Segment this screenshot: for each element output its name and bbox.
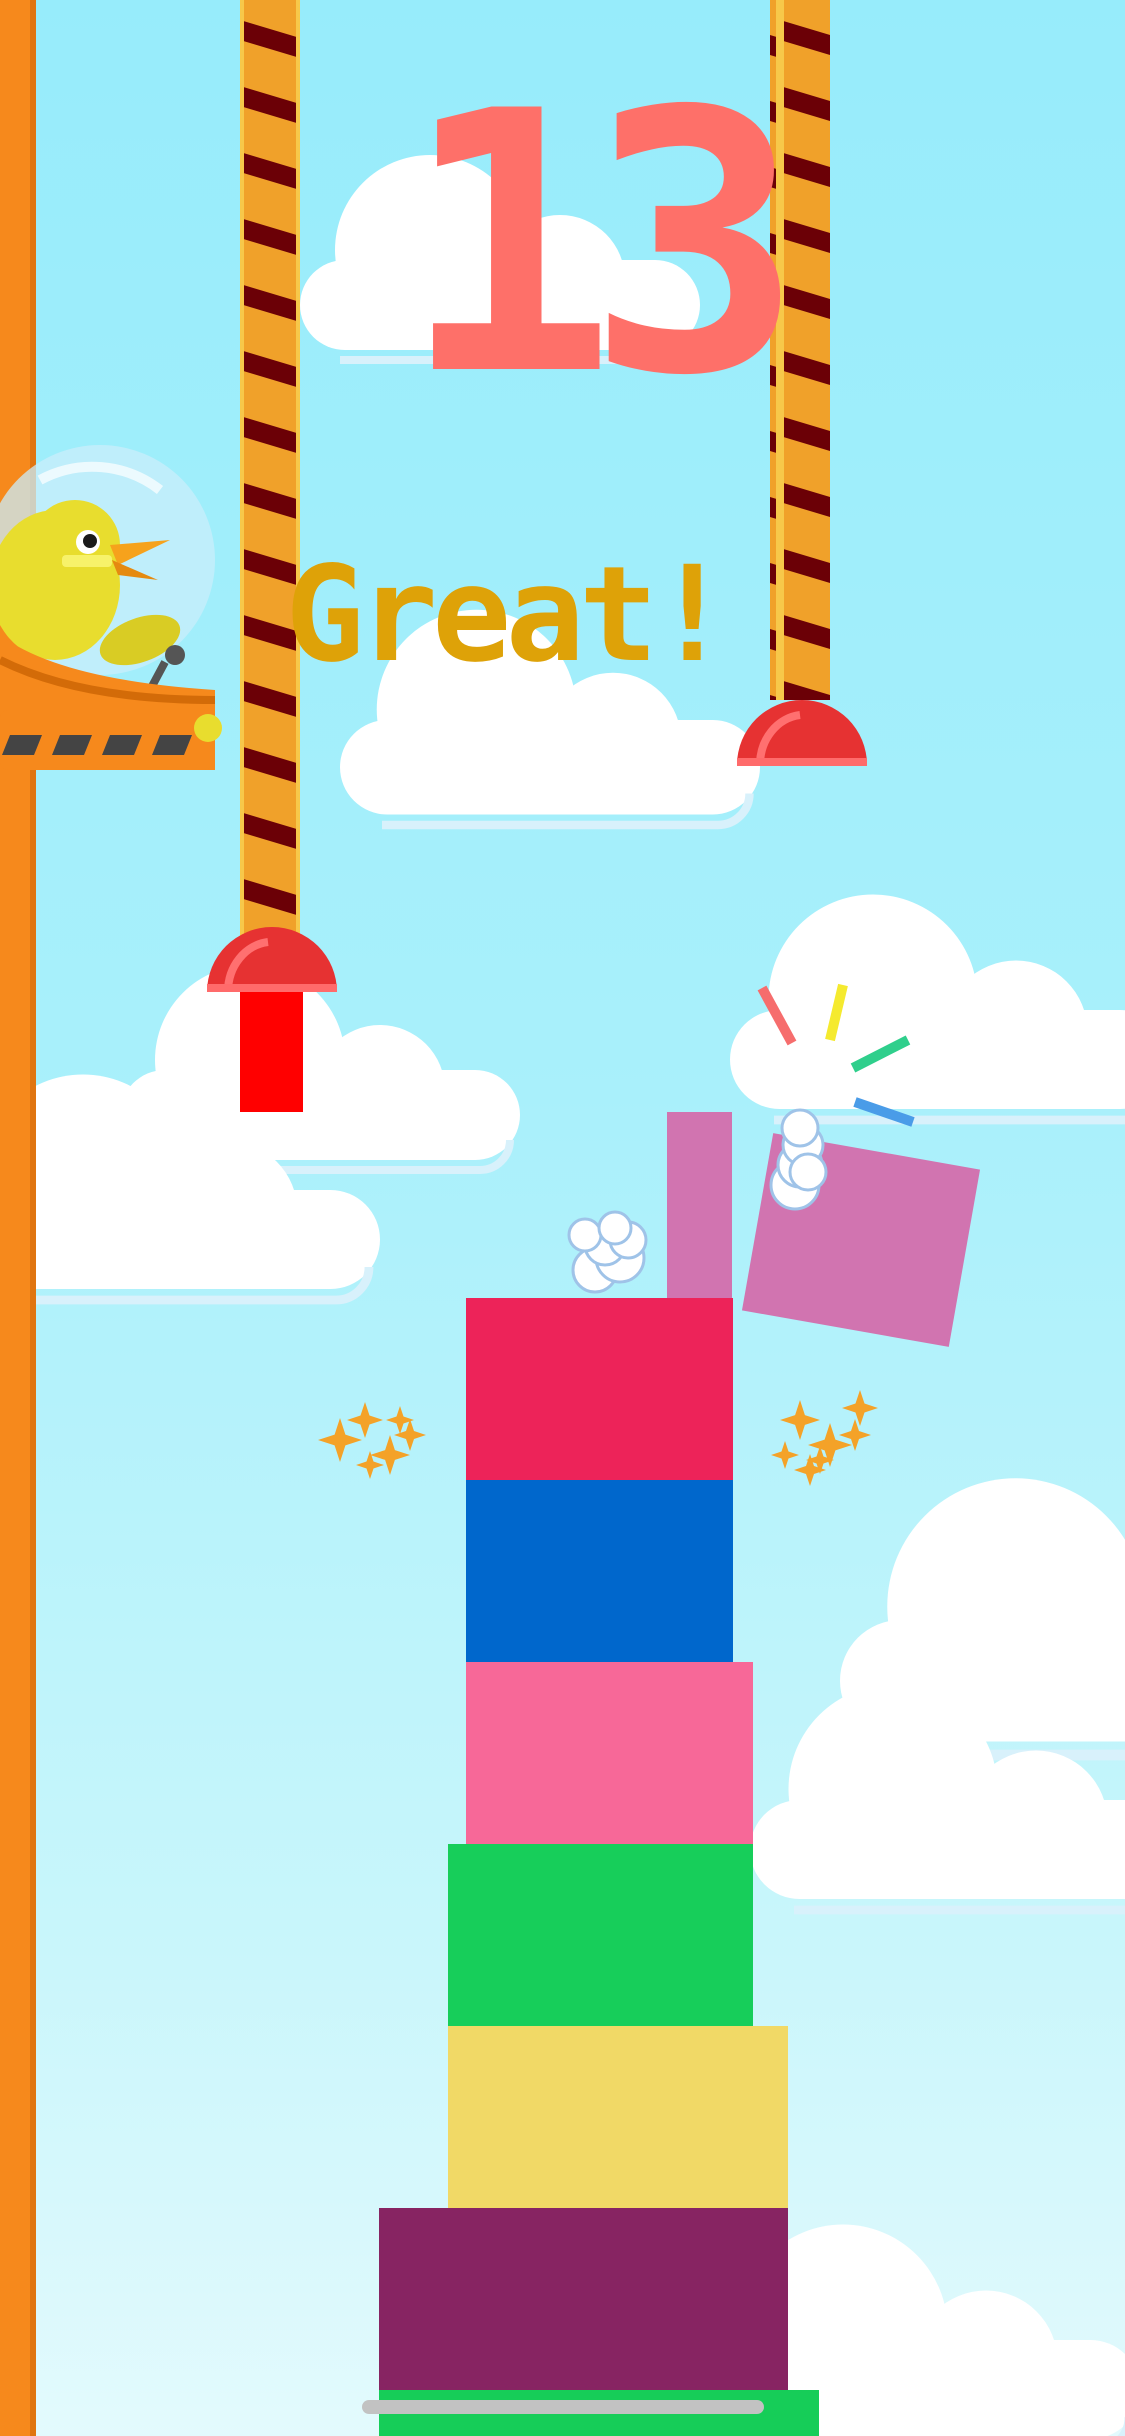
left-rope (240, 0, 300, 940)
tower-block (466, 1480, 733, 1662)
spark (771, 1441, 799, 1469)
tower-block (466, 1298, 733, 1480)
left-rope-cap (207, 927, 337, 993)
tower-block (466, 1662, 753, 1844)
tower-block (448, 1844, 753, 2026)
hanging-block (240, 992, 303, 1112)
spark (318, 1418, 362, 1462)
right-rope (770, 0, 830, 700)
spark (370, 1435, 410, 1475)
cloud (120, 965, 520, 1174)
score-counter: 13 (400, 35, 803, 454)
praise-message: Great! (285, 538, 732, 692)
cloud (730, 894, 1125, 1125)
smoke-puff-left (567, 1210, 648, 1294)
duck-character (0, 445, 222, 770)
spark (780, 1400, 820, 1440)
tower-block (379, 2208, 788, 2390)
spark (347, 1402, 383, 1438)
home-indicator[interactable] (362, 2400, 764, 2414)
tower-block (448, 2026, 788, 2208)
spark (842, 1390, 878, 1426)
smoke-puff-right (769, 1108, 828, 1211)
right-rope-cap (737, 700, 867, 766)
placed-block-overhang (667, 1112, 732, 1298)
block-tower (379, 1298, 819, 2436)
game-stage[interactable]: 13 Great! (0, 0, 1125, 2436)
crane-pole-shade (30, 0, 36, 2436)
